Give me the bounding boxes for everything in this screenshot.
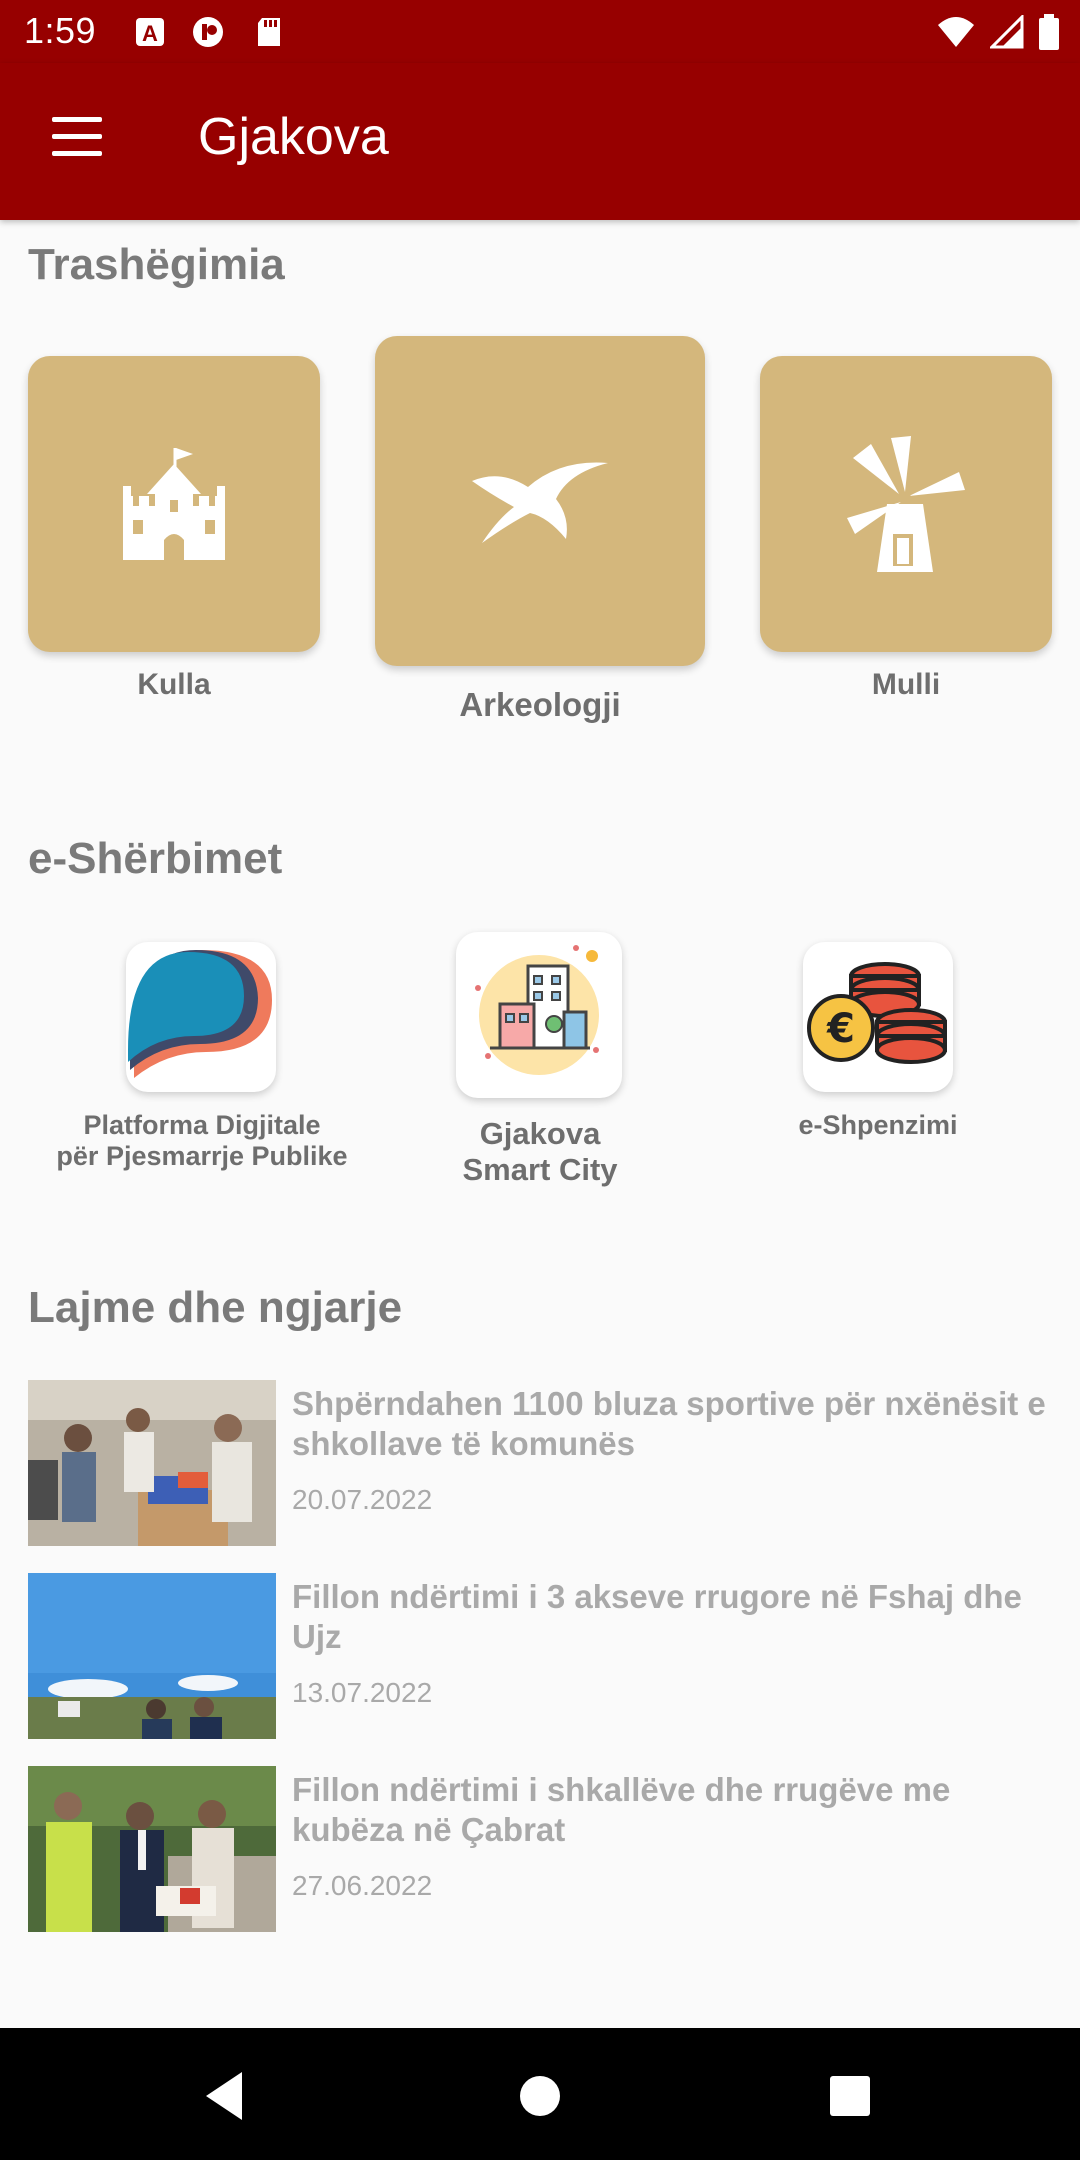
news-item[interactable]: Fillon ndërtimi i 3 akseve rrugore në Fs… xyxy=(28,1573,1058,1739)
platform-logo-icon[interactable] xyxy=(126,942,276,1092)
news-thumbnail xyxy=(28,1380,276,1546)
heritage-card-mulli[interactable] xyxy=(760,356,1052,652)
recents-square-icon[interactable] xyxy=(820,2066,880,2126)
service-label-e-shpenzimi: e-Shpenzimi xyxy=(798,1110,958,1140)
back-triangle-icon[interactable] xyxy=(196,2066,256,2126)
news-item[interactable]: Fillon ndërtimi i shkallëve dhe rrugëve … xyxy=(28,1766,1058,1932)
bird-icon xyxy=(472,462,608,543)
home-circle-icon[interactable] xyxy=(510,2066,570,2126)
status-time: 1:59 xyxy=(24,10,97,51)
a-badge-icon: A xyxy=(136,18,164,46)
service-label-platforma-line1: Platforma Digjitale xyxy=(83,1110,321,1140)
wifi-icon xyxy=(938,17,974,47)
news-date: 20.07.2022 xyxy=(292,1484,433,1515)
battery-icon xyxy=(1039,14,1059,50)
news-thumbnail xyxy=(28,1766,276,1932)
news-title: Fillon ndërtimi i 3 akseve rrugore në Fs… xyxy=(292,1578,1022,1655)
status-right-icons xyxy=(936,14,1060,50)
svg-text:€: € xyxy=(826,1006,855,1052)
heritage-section-title: Trashëgimia xyxy=(28,240,285,289)
news-title: Fillon ndërtimi i shkallëve dhe rrugëve … xyxy=(292,1771,951,1848)
service-label-smart-city-line1: Gjakova xyxy=(479,1116,601,1151)
news-date: 27.06.2022 xyxy=(292,1870,433,1901)
app-title: Gjakova xyxy=(198,108,389,166)
smart-city-icon[interactable] xyxy=(456,932,622,1098)
app-bar: Gjakova xyxy=(0,63,1080,220)
signal-icon xyxy=(990,15,1024,49)
hamburger-menu-icon[interactable] xyxy=(40,107,114,167)
news-thumbnail xyxy=(28,1573,276,1739)
news-title: Shpërndahen 1100 bluza sportive për nxën… xyxy=(292,1385,1046,1462)
navigation-bar xyxy=(0,2028,1080,2160)
services-section-title: e-Shërbimet xyxy=(28,834,283,883)
news-item[interactable]: Shpërndahen 1100 bluza sportive për nxën… xyxy=(28,1380,1058,1546)
service-label-smart-city-line2: Smart City xyxy=(462,1151,618,1187)
news-date: 13.07.2022 xyxy=(292,1677,433,1708)
circle-app-icon xyxy=(193,17,223,47)
news-section-title: Lajme dhe ngjarje xyxy=(28,1283,403,1332)
service-label-platforma-line2: për Pjesmarrje Publike xyxy=(56,1141,348,1172)
service-label-platforma: Platforma Digjitale për Pjesmarrje Publi… xyxy=(20,1110,384,1172)
sd-card-icon xyxy=(258,18,280,46)
service-label-smart-city: Gjakova Smart City xyxy=(390,1116,690,1187)
windmill-icon xyxy=(847,436,965,572)
heritage-label-arkeologji: Arkeologji xyxy=(459,686,621,723)
heritage-card-arkeologji[interactable] xyxy=(375,336,705,666)
heritage-label-kulla: Kulla xyxy=(137,668,211,701)
svg-text:A: A xyxy=(142,21,158,46)
status-bar: 1:59 A xyxy=(0,0,1080,63)
heritage-card-kulla[interactable] xyxy=(28,356,320,652)
heritage-label-mulli: Mulli xyxy=(871,668,941,701)
euro-coins-icon[interactable]: € xyxy=(803,942,953,1092)
castle-icon xyxy=(123,448,225,560)
